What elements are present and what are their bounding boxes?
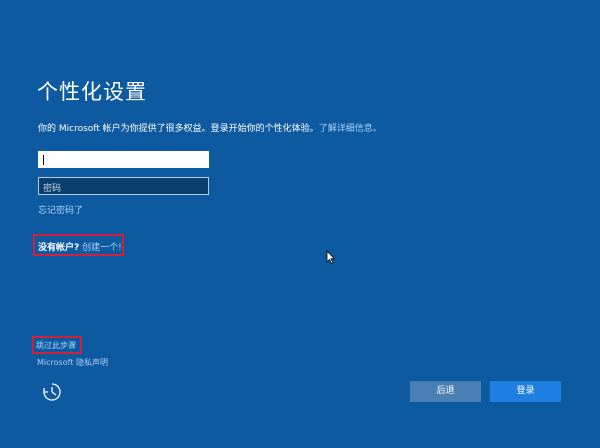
mouse-cursor-icon [326,249,336,265]
page-title: 个性化设置 [37,80,147,104]
page-description: 你的 Microsoft 帐户为你提供了很多权益。登录开始你的个性化体验。了解详… [38,121,382,134]
ease-of-access-icon[interactable] [41,381,63,403]
setup-page: 个性化设置 你的 Microsoft 帐户为你提供了很多权益。登录开始你的个性化… [0,0,600,448]
skip-step-link[interactable]: 跳过此步骤 [36,340,76,351]
password-field[interactable]: 密码 [38,177,209,195]
email-field[interactable] [38,151,209,168]
back-button[interactable]: 后退 [410,381,481,402]
learn-more-link[interactable]: 了解详细信息。 [319,124,382,134]
create-account-row: 没有帐户? 创建一个! [38,240,122,253]
no-account-label: 没有帐户? [38,243,80,253]
forgot-password-link[interactable]: 忘记密码了 [38,203,83,216]
privacy-statement-link[interactable]: Microsoft 隐私声明 [37,357,108,368]
create-account-link[interactable]: 创建一个! [82,243,122,253]
login-button[interactable]: 登录 [490,381,561,402]
description-text: 你的 Microsoft 帐户为你提供了很多权益。登录开始你的个性化体验。 [38,124,319,134]
text-caret [43,155,44,165]
password-placeholder: 密码 [43,184,62,194]
